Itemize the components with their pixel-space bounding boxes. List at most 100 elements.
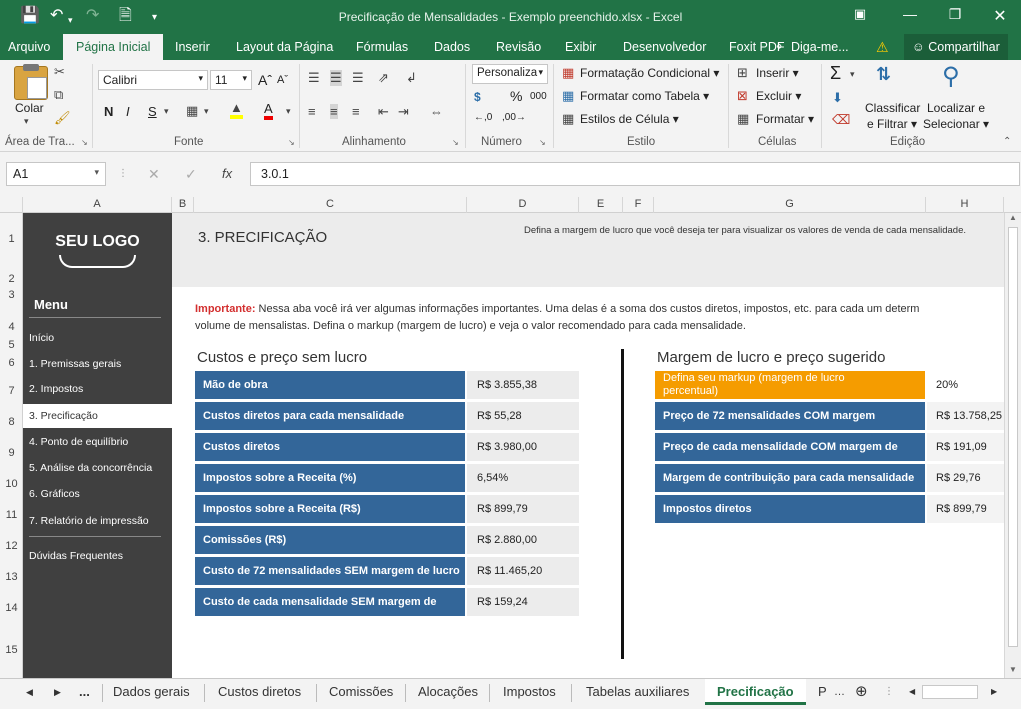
row-header[interactable]: 6 (0, 357, 23, 369)
collapse-ribbon-icon[interactable]: ⌃ (1003, 136, 1011, 147)
increase-indent-icon[interactable]: ⇥ (398, 104, 409, 120)
row-header[interactable]: 13 (0, 571, 23, 583)
wrap-text-icon[interactable]: ↲ (406, 70, 417, 86)
bold-button[interactable]: N (104, 104, 113, 119)
copy-icon[interactable]: ⧉ (54, 87, 63, 103)
more-sheets-button[interactable]: ... (79, 679, 90, 705)
row-header[interactable]: 14 (0, 602, 23, 614)
column-header[interactable]: B (172, 197, 194, 213)
sheet-tab-dados-gerais[interactable]: Dados gerais (113, 679, 190, 705)
align-bottom-icon[interactable]: ☰ (352, 70, 364, 86)
format-as-table-button[interactable]: Formatar como Tabela ▾ (580, 89, 709, 103)
find-select-line2[interactable]: Selecionar ▾ (923, 117, 989, 131)
cost-value[interactable]: R$ 55,28 (467, 402, 579, 430)
minimize-icon[interactable]: — (895, 6, 925, 22)
cost-value[interactable]: R$ 159,24 (467, 588, 579, 616)
row-header[interactable]: 2 (0, 273, 23, 285)
sheet-tab-impostos[interactable]: Impostos (503, 679, 556, 705)
decrease-decimal-icon[interactable]: ,00→ (502, 112, 526, 123)
number-format-select[interactable]: Personaliza ▾ (472, 64, 548, 84)
scroll-thumb[interactable] (1008, 227, 1018, 647)
menu-item-graficos[interactable]: 6. Gráficos (23, 482, 172, 506)
tab-desenvolvedor[interactable]: Desenvolvedor (623, 34, 706, 60)
column-header[interactable]: F (623, 197, 654, 213)
price-value[interactable]: R$ 29,76 (927, 464, 1004, 492)
horizontal-scrollbar[interactable] (922, 685, 978, 699)
insert-function-button[interactable]: fx (222, 166, 232, 181)
menu-item-duvidas[interactable]: Dúvidas Frequentes (23, 544, 172, 568)
alignment-launcher-icon[interactable]: ↘ (452, 138, 459, 147)
menu-item-premissas[interactable]: 1. Premissas gerais (23, 352, 172, 376)
percent-style-button[interactable]: % (510, 88, 522, 104)
price-value[interactable]: R$ 13.758,25 (927, 402, 1004, 430)
decrease-indent-icon[interactable]: ⇤ (378, 104, 389, 120)
tab-formulas[interactable]: Fórmulas (356, 34, 408, 60)
ribbon-display-icon[interactable]: ▣ (845, 6, 875, 22)
share-button[interactable]: ☺ Compartilhar (904, 34, 1008, 60)
clear-icon[interactable]: ⌫ (832, 112, 850, 128)
cancel-entry-icon[interactable]: ✕ (148, 166, 160, 183)
row-header[interactable]: 9 (0, 447, 23, 459)
borders-dropdown-icon[interactable]: ▾ (204, 106, 209, 117)
orientation-icon[interactable]: ⇗ (378, 70, 389, 86)
clipboard-launcher-icon[interactable]: ↘ (81, 138, 88, 147)
find-select-button[interactable]: Localizar e (927, 101, 985, 115)
confirm-entry-icon[interactable]: ✓ (185, 166, 197, 183)
close-icon[interactable]: ✕ (985, 6, 1015, 26)
tab-splitter-icon[interactable]: ⋮ (884, 679, 894, 705)
add-sheet-icon[interactable]: ⊕ (855, 679, 868, 705)
vertical-scrollbar[interactable]: ▲ ▼ (1004, 213, 1021, 678)
hscroll-left-icon[interactable]: ◀ (909, 679, 915, 705)
cost-value[interactable]: R$ 3.855,38 (467, 371, 579, 399)
column-header[interactable]: E (579, 197, 623, 213)
name-box[interactable]: A1 ▾ (6, 162, 106, 186)
sheet-tab-alocacoes[interactable]: Alocações (418, 679, 478, 705)
menu-item-inicio[interactable]: Início (23, 326, 172, 350)
column-header[interactable]: H (926, 197, 1004, 213)
row-header[interactable]: 5 (0, 339, 23, 351)
markup-input[interactable]: 20% (927, 371, 1004, 399)
font-color-icon[interactable]: A (264, 102, 273, 120)
grow-font-icon[interactable]: Aˆ (258, 72, 272, 88)
menu-item-concorrencia[interactable]: 5. Análise da concorrência (23, 456, 172, 480)
paste-button[interactable]: Colar (15, 101, 44, 115)
tab-exibir[interactable]: Exibir (565, 34, 596, 60)
column-header[interactable]: A (23, 197, 172, 213)
row-header[interactable]: 3 (0, 289, 23, 301)
merge-center-icon[interactable]: ⇔ (430, 104, 443, 119)
tell-me-input[interactable]: Diga-me... (791, 34, 849, 60)
select-all-corner[interactable] (0, 197, 23, 213)
align-middle-icon[interactable]: ☰ (330, 70, 342, 86)
row-header[interactable]: 7 (0, 385, 23, 397)
increase-decimal-icon[interactable]: ←,0 (474, 112, 492, 123)
sheet-tab-precificacao[interactable]: Precificação (705, 679, 806, 705)
sheet-tab-custos-diretos[interactable]: Custos diretos (218, 679, 301, 705)
accounting-format-button[interactable]: $ (474, 90, 481, 104)
cut-icon[interactable]: ✂ (54, 64, 65, 80)
column-header[interactable]: D (467, 197, 579, 213)
font-launcher-icon[interactable]: ↘ (288, 138, 295, 147)
prev-sheet-icon[interactable]: ◀ (26, 679, 33, 705)
font-size-select[interactable]: 11 ▾ (210, 70, 252, 90)
sort-filter-button[interactable]: Classificar (865, 101, 920, 115)
font-color-dropdown-icon[interactable]: ▾ (286, 106, 291, 117)
format-cells-button[interactable]: Formatar ▾ (756, 112, 814, 126)
scroll-up-icon[interactable]: ▲ (1009, 213, 1017, 222)
sheet-tab-partial[interactable]: P (818, 679, 827, 705)
tab-revisao[interactable]: Revisão (496, 34, 541, 60)
menu-item-precificacao[interactable]: 3. Precificação (23, 404, 172, 428)
delete-cells-button[interactable]: Excluir ▾ (756, 89, 801, 103)
paste-icon[interactable] (14, 64, 48, 100)
hscroll-right-icon[interactable]: ▶ (991, 679, 997, 705)
autosum-dropdown-icon[interactable]: ▾ (850, 69, 855, 80)
italic-button[interactable]: I (126, 104, 130, 119)
next-sheet-icon[interactable]: ▶ (54, 679, 61, 705)
fill-color-icon[interactable]: ▲ (230, 101, 243, 119)
cell-styles-button[interactable]: Estilos de Célula ▾ (580, 112, 679, 126)
restore-icon[interactable]: ❐ (940, 6, 970, 23)
row-header[interactable]: 15 (0, 644, 23, 656)
cost-value[interactable]: R$ 899,79 (467, 495, 579, 523)
align-left-icon[interactable]: ≡ (308, 104, 316, 119)
row-header[interactable]: 11 (0, 509, 23, 521)
tab-arquivo[interactable]: Arquivo (8, 34, 50, 60)
